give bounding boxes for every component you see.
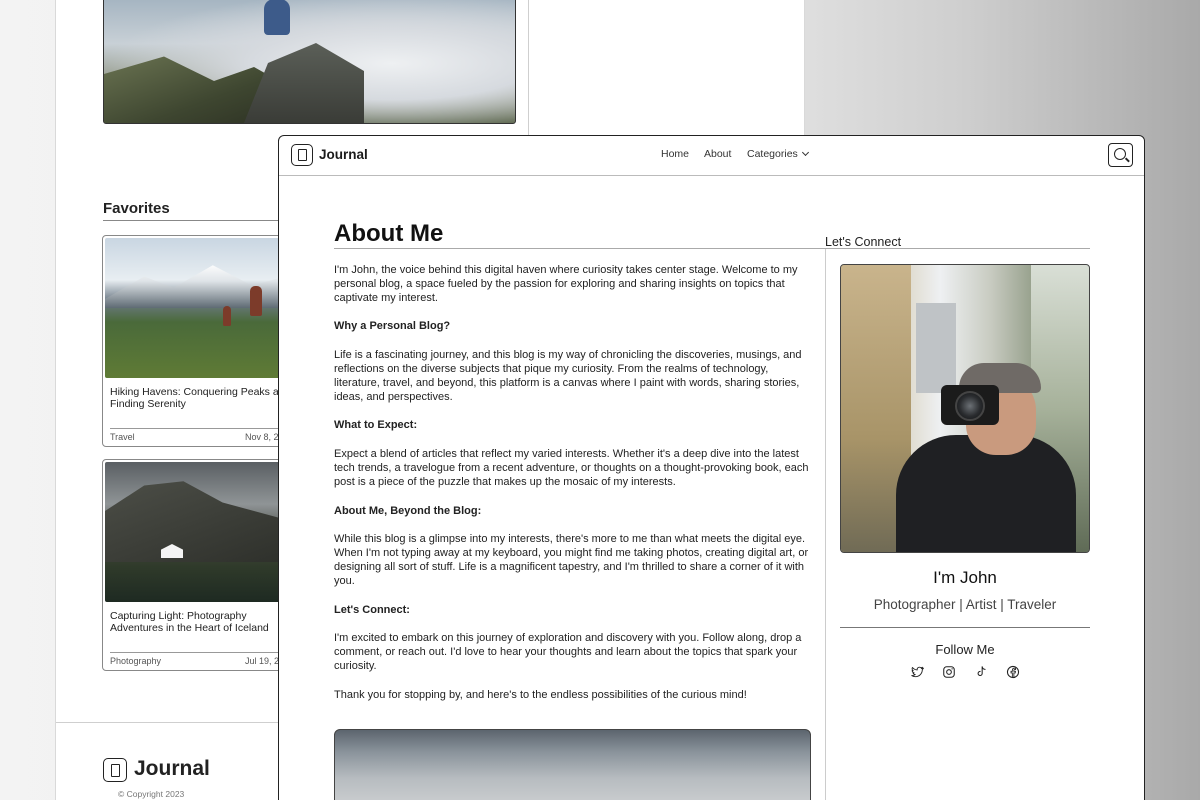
post-thumbnail[interactable] xyxy=(105,462,301,602)
logo-text[interactable]: Journal xyxy=(319,147,368,162)
post-category[interactable]: Photography xyxy=(110,656,161,666)
footer-logo-text[interactable]: Journal xyxy=(134,757,210,781)
logo-icon[interactable] xyxy=(291,144,313,166)
tower-shape xyxy=(916,303,956,393)
post-card[interactable]: Hiking Havens: Conquering Peaks a Findin… xyxy=(102,235,302,447)
hero-cliff-shape xyxy=(244,43,364,123)
hiker-figure xyxy=(250,286,262,316)
post-date: Nov 8, 2 xyxy=(245,432,279,442)
social-links xyxy=(910,665,1020,681)
mountain-peaks xyxy=(105,265,301,308)
post-title[interactable]: Capturing Light: Photography Adventures … xyxy=(110,610,290,634)
section-heading: Why a Personal Blog? xyxy=(334,320,451,333)
profile-name: I'm John xyxy=(933,568,997,587)
chevron-down-icon xyxy=(801,148,809,157)
facebook-icon[interactable] xyxy=(1006,665,1020,679)
nav-categories-label: Categories xyxy=(747,148,798,160)
navbar: Journal Home About Categories xyxy=(279,136,1144,176)
sidebar-separator xyxy=(840,627,1090,628)
section-heading: Let's Connect: xyxy=(334,603,410,616)
nav-about-link[interactable]: About xyxy=(704,148,731,160)
hero-photographer-figure xyxy=(264,0,290,35)
section-paragraph: While this blog is a glimpse into my int… xyxy=(334,533,809,587)
section-paragraph: I'm excited to embark on this journey of… xyxy=(334,632,802,672)
divider xyxy=(528,0,529,135)
sidebar-divider xyxy=(825,249,826,800)
divider xyxy=(110,428,296,429)
post-card[interactable]: Capturing Light: Photography Adventures … xyxy=(102,459,302,671)
divider xyxy=(110,652,296,653)
closing-paragraph: Thank you for stopping by, and here's to… xyxy=(334,688,747,701)
volcano-shape xyxy=(105,481,301,562)
twitter-icon[interactable] xyxy=(910,665,924,679)
instagram-icon[interactable] xyxy=(942,665,956,679)
profile-roles: Photographer | Artist | Traveler xyxy=(873,597,1057,612)
favorites-title: Favorites xyxy=(103,200,170,217)
section-paragraph: Life is a fascinating journey, and this … xyxy=(334,349,802,403)
sidebar-title: Let's Connect xyxy=(825,235,902,249)
post-title[interactable]: Hiking Havens: Conquering Peaks a Findin… xyxy=(110,386,290,410)
section-heading: About Me, Beyond the Blog: xyxy=(334,504,482,517)
page-title: About Me xyxy=(334,220,444,247)
intro-paragraph: I'm John, the voice behind this digital … xyxy=(334,264,798,304)
section-paragraph: Expect a blend of articles that reflect … xyxy=(334,448,809,488)
post-thumbnail[interactable] xyxy=(105,238,301,378)
profile-photo xyxy=(840,264,1090,553)
tiktok-icon[interactable] xyxy=(974,665,988,679)
article-image xyxy=(334,729,811,800)
search-button[interactable] xyxy=(1108,143,1133,167)
hero-image[interactable] xyxy=(103,0,516,124)
about-page-window: Journal Home About Categories About Me L… xyxy=(278,135,1145,800)
hiker-figure xyxy=(223,306,231,326)
logo-icon[interactable] xyxy=(103,758,127,782)
post-category[interactable]: Travel xyxy=(110,432,135,442)
copyright-text: © Copyright 2023 xyxy=(118,789,185,799)
nav-home-link[interactable]: Home xyxy=(661,148,689,160)
follow-me-label: Follow Me xyxy=(935,642,995,657)
title-underline xyxy=(334,248,1090,249)
post-date: Jul 19, 2 xyxy=(245,656,280,666)
nav-categories-dropdown[interactable]: Categories xyxy=(747,148,809,160)
camera-lens xyxy=(955,391,985,421)
about-content: I'm John, the voice behind this digital … xyxy=(334,264,814,718)
section-heading: What to Expect: xyxy=(334,419,418,432)
